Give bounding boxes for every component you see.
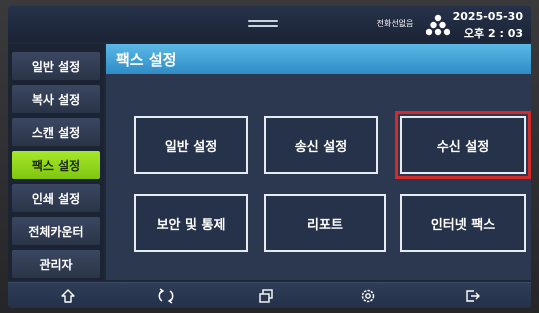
tile-receive-settings[interactable]: 수신 설정 xyxy=(395,111,531,179)
line-status-text: 전화선없음 xyxy=(376,19,414,28)
tile-internet-fax[interactable]: 인터넷 팩스 xyxy=(400,194,526,252)
sidebar-item-scan-settings[interactable]: 스캔 설정 xyxy=(12,118,100,146)
status-date: 2025-05-30 xyxy=(452,10,523,23)
page-title: 팩스 설정 xyxy=(106,44,531,74)
status-time: 오후 2 : 03 xyxy=(463,27,523,40)
sidebar-item-general-settings[interactable]: 일반 설정 xyxy=(12,52,100,80)
tile-report[interactable]: 리포트 xyxy=(264,194,386,252)
sidebar-item-administrator[interactable]: 관리자 xyxy=(12,250,100,278)
touch-screen: 전화선없음 2025-05-30 오후 2 : 03 일반 설정 복사 설정 스… xyxy=(8,6,531,308)
settings-gear-icon[interactable] xyxy=(358,287,378,305)
fax-settings-panel: 팩스 설정 일반 설정 송신 설정 수신 설정 보안 및 통제 리포트 인터넷 … xyxy=(106,44,531,280)
network-status-icon xyxy=(425,14,451,36)
settings-sidebar: 일반 설정 복사 설정 스캔 설정 팩스 설정 인쇄 설정 전체카운터 관리자 xyxy=(8,44,104,280)
copy-jobs-icon[interactable] xyxy=(256,287,276,305)
sidebar-item-total-counter[interactable]: 전체카운터 xyxy=(12,217,100,245)
logout-icon[interactable] xyxy=(463,287,483,305)
bottom-nav-bar xyxy=(8,282,531,308)
status-bar: 전화선없음 2025-05-30 오후 2 : 03 xyxy=(8,6,531,42)
sidebar-item-copy-settings[interactable]: 복사 설정 xyxy=(12,85,100,113)
tile-security-control[interactable]: 보안 및 통제 xyxy=(134,194,248,252)
tile-general-settings[interactable]: 일반 설정 xyxy=(134,116,248,174)
tile-send-settings[interactable]: 송신 설정 xyxy=(264,116,378,174)
pull-down-handle[interactable] xyxy=(248,20,278,28)
sidebar-item-fax-settings[interactable]: 팩스 설정 xyxy=(12,151,100,179)
sidebar-item-print-settings[interactable]: 인쇄 설정 xyxy=(12,184,100,212)
refresh-icon[interactable] xyxy=(156,287,176,305)
home-icon[interactable] xyxy=(58,287,78,305)
